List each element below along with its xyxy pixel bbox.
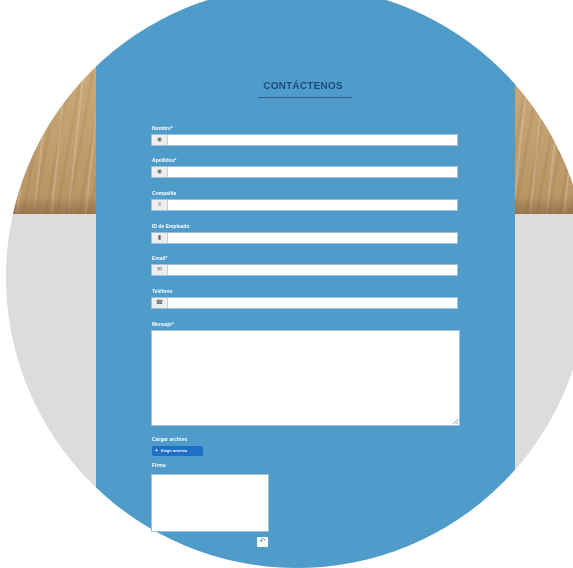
plus-icon: +	[155, 448, 158, 454]
last-name-label: Apellidos*	[152, 158, 177, 164]
signature-pad[interactable]	[151, 474, 269, 532]
message-textarea[interactable]	[151, 330, 460, 426]
last-name-field[interactable]: ◉	[151, 166, 458, 178]
employee-id-label: ID de Empleado	[152, 224, 190, 230]
choose-file-label: Elegir archivo	[160, 448, 188, 453]
upload-label: Cargar archivo	[152, 437, 188, 443]
company-field[interactable]: ≡	[151, 199, 458, 211]
resize-handle-icon[interactable]	[453, 419, 458, 424]
building-icon: ≡	[152, 200, 168, 210]
user-icon: ◉	[152, 167, 168, 177]
phone-field[interactable]: ☎	[151, 297, 458, 309]
company-label: Compañía	[152, 191, 177, 197]
id-card-icon: ▮	[152, 233, 168, 243]
phone-label: Teléfono	[152, 289, 173, 295]
email-input[interactable]	[168, 265, 457, 275]
email-label: Email*	[152, 256, 168, 262]
message-label: Mensaje*	[152, 322, 174, 328]
signature-label: Firma	[152, 463, 166, 469]
company-input[interactable]	[168, 200, 457, 210]
first-name-field[interactable]: ◉	[151, 134, 458, 146]
last-name-input[interactable]	[168, 167, 457, 177]
user-icon: ◉	[152, 135, 168, 145]
phone-input[interactable]	[168, 298, 457, 308]
employee-id-input[interactable]	[168, 233, 457, 243]
title-underline	[258, 97, 352, 98]
undo-icon[interactable]: ↶	[257, 537, 268, 547]
page-title: CONTÁCTENOS	[263, 81, 343, 92]
first-name-label: Nombre*	[152, 126, 173, 132]
envelope-icon: ✉	[152, 265, 168, 275]
choose-file-button[interactable]: + Elegir archivo	[152, 446, 203, 456]
email-field[interactable]: ✉	[151, 264, 458, 276]
first-name-input[interactable]	[168, 135, 457, 145]
phone-icon: ☎	[152, 298, 168, 308]
employee-id-field[interactable]: ▮	[151, 232, 458, 244]
